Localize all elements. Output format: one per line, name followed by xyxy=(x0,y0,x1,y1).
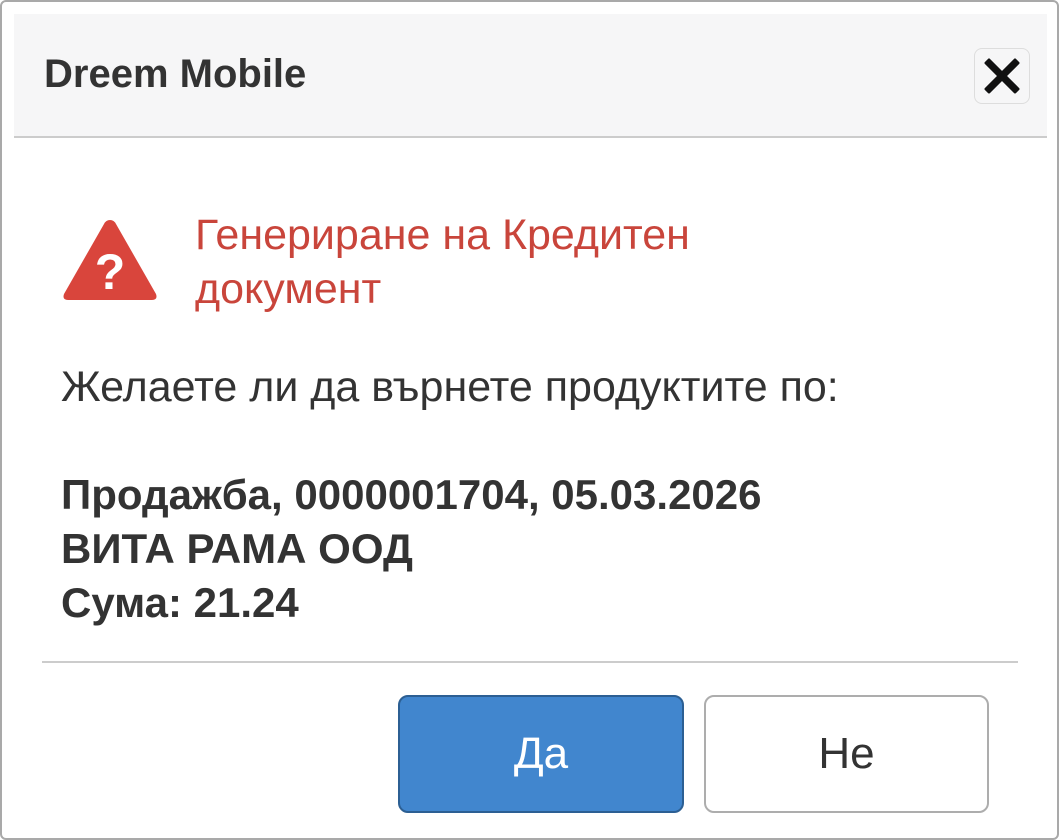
close-button[interactable] xyxy=(974,48,1030,104)
warning-question-icon: ? xyxy=(63,220,157,300)
dialog-question: Желаете ли да върнете продуктите по: xyxy=(61,363,839,411)
document-amount: Сума: 21.24 xyxy=(61,579,299,626)
svg-text:?: ? xyxy=(95,244,126,300)
dialog-title: Dreem Mobile xyxy=(44,52,307,96)
dialog-titlebar: Dreem Mobile xyxy=(14,14,1047,138)
document-details: Продажба, 0000001704, 05.03.2026 ВИТА РА… xyxy=(61,468,762,630)
close-icon xyxy=(984,58,1020,94)
confirm-dialog: Dreem Mobile ? Генериране на Кредитен до… xyxy=(0,0,1059,840)
yes-button[interactable]: Да xyxy=(398,695,684,813)
document-info: Продажба, 0000001704, 05.03.2026 xyxy=(61,471,762,518)
dialog-heading: Генериране на Кредитен документ xyxy=(195,211,690,313)
no-button[interactable]: Не xyxy=(704,695,989,813)
customer-name: ВИТА РАМА ООД xyxy=(61,525,413,572)
footer-divider xyxy=(42,661,1018,663)
